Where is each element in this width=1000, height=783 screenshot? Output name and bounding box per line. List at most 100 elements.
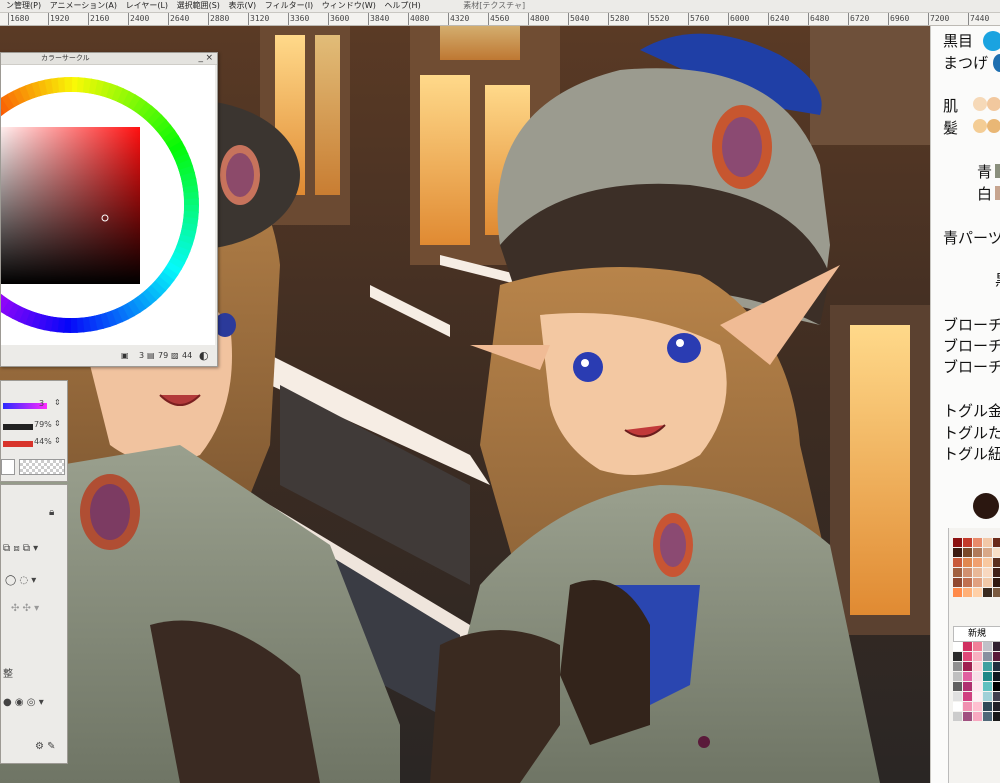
palette-swatch[interactable] (993, 568, 1000, 577)
menu-item-animation[interactable]: アニメーション(A) (50, 1, 117, 10)
color-chip[interactable] (1, 459, 15, 475)
palette-grid-bottom[interactable] (953, 642, 1000, 721)
palette-swatch[interactable] (963, 548, 972, 557)
palette-swatch[interactable] (993, 702, 1000, 711)
palette-swatch[interactable] (973, 692, 982, 701)
palette-swatch[interactable] (953, 568, 962, 577)
palette-swatch[interactable] (983, 558, 992, 567)
stepper-icon[interactable]: ⇕ (54, 398, 61, 407)
palette-swatch[interactable] (953, 712, 962, 721)
menu-item-help[interactable]: ヘルプ(H) (384, 1, 420, 10)
palette-swatch[interactable] (963, 578, 972, 587)
palette-swatch[interactable] (963, 642, 972, 651)
menu-item-view[interactable]: 表示(V) (228, 1, 256, 10)
color-circle-body[interactable] (1, 65, 215, 345)
palette-swatch[interactable] (973, 578, 982, 587)
palette-swatch[interactable] (973, 588, 982, 597)
opacity-value-1[interactable]: 79% (34, 420, 52, 429)
palette-swatch[interactable] (993, 578, 1000, 587)
palette-swatch[interactable] (963, 588, 972, 597)
palette-swatch[interactable] (963, 702, 972, 711)
palette-swatch[interactable] (963, 652, 972, 661)
palette-swatch[interactable] (973, 568, 982, 577)
color-circle-titlebar[interactable]: カラーサークル _ × (1, 53, 217, 65)
palette-swatch[interactable] (953, 588, 962, 597)
palette-swatch[interactable] (983, 548, 992, 557)
palette-swatch[interactable] (993, 682, 1000, 691)
palette-swatch[interactable] (993, 692, 1000, 701)
settings-icon-2[interactable]: ⚙ ✎ (35, 741, 56, 752)
palette-swatch[interactable] (983, 652, 992, 661)
palette-swatch[interactable] (983, 672, 992, 681)
palette-swatch[interactable] (983, 642, 992, 651)
palette-swatch[interactable] (953, 558, 962, 567)
palette-grid-top[interactable] (953, 538, 1000, 597)
size-value[interactable]: 3 (39, 399, 44, 408)
palette-swatch[interactable] (953, 652, 962, 661)
palette-swatch[interactable] (993, 652, 1000, 661)
palette-swatch[interactable] (973, 548, 982, 557)
palette-swatch[interactable] (993, 588, 1000, 597)
palette-swatch[interactable] (983, 682, 992, 691)
hue-ring[interactable] (1, 65, 215, 345)
palette-swatch[interactable] (993, 548, 1000, 557)
menu-item-window[interactable]: ウィンドウ(W) (322, 1, 376, 10)
palette-swatch[interactable] (973, 662, 982, 671)
palette-swatch[interactable] (993, 538, 1000, 547)
palette-swatch[interactable] (973, 672, 982, 681)
minimize-icon[interactable]: _ (199, 53, 204, 64)
palette-swatch[interactable] (953, 672, 962, 681)
brush-tip-icon[interactable]: ✣ ✣ ▾ (11, 603, 39, 614)
palette-swatch[interactable] (963, 682, 972, 691)
palette-swatch[interactable] (993, 662, 1000, 671)
palette-swatch[interactable] (993, 672, 1000, 681)
palette-swatch[interactable] (963, 662, 972, 671)
settings-icon[interactable]: ◐ (199, 349, 209, 362)
palette-swatch[interactable] (983, 588, 992, 597)
shape-icon[interactable]: ◯ ◌ ▾ (5, 575, 36, 586)
palette-swatch[interactable] (963, 538, 972, 547)
palette-swatch[interactable] (973, 652, 982, 661)
palette-swatch[interactable] (983, 662, 992, 671)
menu-item-filter[interactable]: フィルター(I) (265, 1, 313, 10)
palette-swatch[interactable] (953, 578, 962, 587)
palette-swatch[interactable] (953, 642, 962, 651)
close-icon[interactable]: × (205, 53, 213, 64)
palette-swatch[interactable] (983, 702, 992, 711)
palette-swatch[interactable] (973, 702, 982, 711)
palette-swatch[interactable] (973, 682, 982, 691)
palette-swatch[interactable] (973, 642, 982, 651)
palette-swatch[interactable] (983, 692, 992, 701)
palette-new-label[interactable]: 新規 (953, 626, 1000, 642)
palette-swatch[interactable] (993, 712, 1000, 721)
palette-swatch[interactable] (953, 682, 962, 691)
transparency-chip[interactable] (19, 459, 65, 475)
palette-swatch[interactable] (953, 548, 962, 557)
palette-swatch[interactable] (953, 692, 962, 701)
palette-swatch[interactable] (993, 558, 1000, 567)
palette-swatch[interactable] (963, 568, 972, 577)
menu-item-selection[interactable]: 選択範囲(S) (177, 1, 220, 10)
opacity-slider-1[interactable] (3, 424, 33, 430)
palette-swatch[interactable] (953, 702, 962, 711)
palette-swatch[interactable] (963, 692, 972, 701)
opacity-slider-2[interactable] (3, 441, 33, 447)
palette-swatch[interactable] (983, 578, 992, 587)
palette-swatch[interactable] (983, 538, 992, 547)
palette-swatch[interactable] (963, 672, 972, 681)
lock-icon[interactable]: 🔒︎ (49, 507, 54, 518)
stepper-icon-2[interactable]: ⇕ (54, 419, 61, 428)
palette-swatch[interactable] (973, 558, 982, 567)
tip-shape-icon[interactable]: ● ◉ ◎ ▾ (3, 697, 44, 708)
layer-mode-icon[interactable]: ⧉ ⧈ ⧉ ▾ (3, 543, 38, 554)
menu-item-layer[interactable]: レイヤー(L) (126, 1, 168, 10)
stepper-icon-3[interactable]: ⇕ (54, 436, 61, 445)
palette-swatch[interactable] (973, 538, 982, 547)
hsv-icon[interactable]: ▣ (121, 351, 129, 360)
palette-swatch[interactable] (963, 712, 972, 721)
palette-swatch[interactable] (993, 642, 1000, 651)
opacity-value-2[interactable]: 44% (34, 437, 52, 446)
menu-item-animation-manage[interactable]: ン管理(P) (6, 1, 41, 10)
palette-swatch[interactable] (953, 662, 962, 671)
palette-swatch[interactable] (973, 712, 982, 721)
